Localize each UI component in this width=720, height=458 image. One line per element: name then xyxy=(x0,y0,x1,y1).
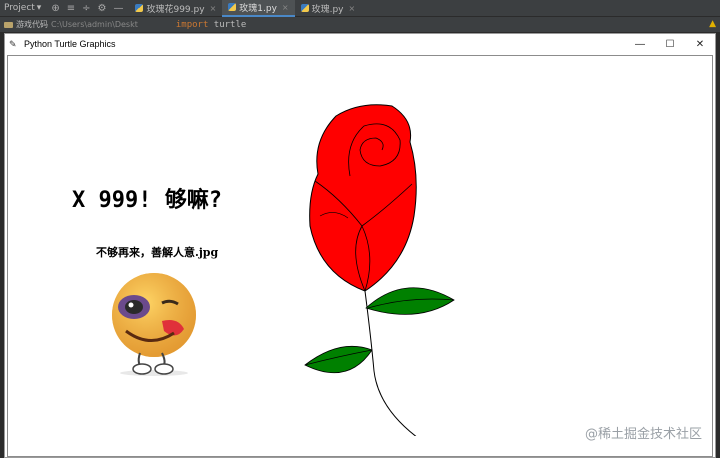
screen: Project ▾ ⊕ ≡ ÷ ⚙ — 玫瑰花999.py × 玫瑰1.py ×… xyxy=(0,0,720,458)
main-message: X 999! 够嘛? xyxy=(72,188,222,213)
project-label: Project xyxy=(4,3,35,13)
sync-icon[interactable]: ⊕ xyxy=(51,3,59,14)
tab-rose999[interactable]: 玫瑰花999.py × xyxy=(129,0,222,17)
gear-icon[interactable]: ⚙ xyxy=(98,3,107,14)
python-file-icon xyxy=(135,4,144,12)
project-dropdown[interactable]: Project ▾ xyxy=(0,0,45,17)
chevron-down-icon: ▾ xyxy=(36,3,42,13)
folder-name[interactable]: 游戏代码 xyxy=(16,19,48,30)
sub-message: 不够再来，善解人意.jpg xyxy=(96,246,219,259)
window-title-bar[interactable]: ✎ Python Turtle Graphics — ☐ ✕ xyxy=(5,34,715,54)
winking-bruised-face-emoji xyxy=(112,273,196,376)
turtle-canvas: X 999! 够嘛? 不够再来，善解人意.jpg @稀土掘金技术社区 xyxy=(7,55,713,457)
close-button[interactable]: ✕ xyxy=(685,34,715,54)
python-file-icon xyxy=(228,3,237,11)
feather-icon: ✎ xyxy=(9,38,17,49)
tab-label: 玫瑰.py xyxy=(311,4,344,15)
tab-rose[interactable]: 玫瑰.py × xyxy=(295,0,362,17)
window-title: Python Turtle Graphics xyxy=(24,39,116,49)
close-icon[interactable]: × xyxy=(282,3,289,12)
code-module: turtle xyxy=(213,19,247,30)
rose-petals xyxy=(309,104,417,292)
window-controls: — ☐ ✕ xyxy=(625,34,715,54)
tab-label: 玫瑰花999.py xyxy=(146,4,205,15)
close-icon[interactable]: × xyxy=(210,4,217,13)
ide-project-row: 游戏代码 C:\Users\admin\Deskt import turtle … xyxy=(0,17,720,32)
code-keyword: import xyxy=(175,19,209,30)
minimize-button[interactable]: — xyxy=(625,34,655,54)
turtle-window: ✎ Python Turtle Graphics — ☐ ✕ X 999! 够嘛… xyxy=(4,33,716,458)
right-leaf xyxy=(365,287,455,315)
folder-path: C:\Users\admin\Deskt xyxy=(51,20,138,29)
tab-rose1[interactable]: 玫瑰1.py × xyxy=(222,0,295,17)
python-file-icon xyxy=(300,4,309,12)
toolbar-icons: ⊕ ≡ ÷ ⚙ — xyxy=(45,3,129,14)
left-leaf xyxy=(304,345,373,374)
hide-icon[interactable]: — xyxy=(113,3,123,14)
expand-icon[interactable]: ÷ xyxy=(82,3,90,14)
collapse-icon[interactable]: ≡ xyxy=(67,3,75,14)
tab-label: 玫瑰1.py xyxy=(239,3,277,14)
close-icon[interactable]: × xyxy=(349,4,356,13)
rose-drawing xyxy=(304,104,455,436)
maximize-button[interactable]: ☐ xyxy=(655,34,685,54)
ide-toolbar: Project ▾ ⊕ ≡ ÷ ⚙ — 玫瑰花999.py × 玫瑰1.py ×… xyxy=(0,0,720,17)
watermark: @稀土掘金技术社区 xyxy=(584,427,702,442)
code-line[interactable]: import turtle xyxy=(176,20,246,30)
warning-icon[interactable]: ▲ xyxy=(709,19,716,29)
folder-icon xyxy=(4,21,13,28)
